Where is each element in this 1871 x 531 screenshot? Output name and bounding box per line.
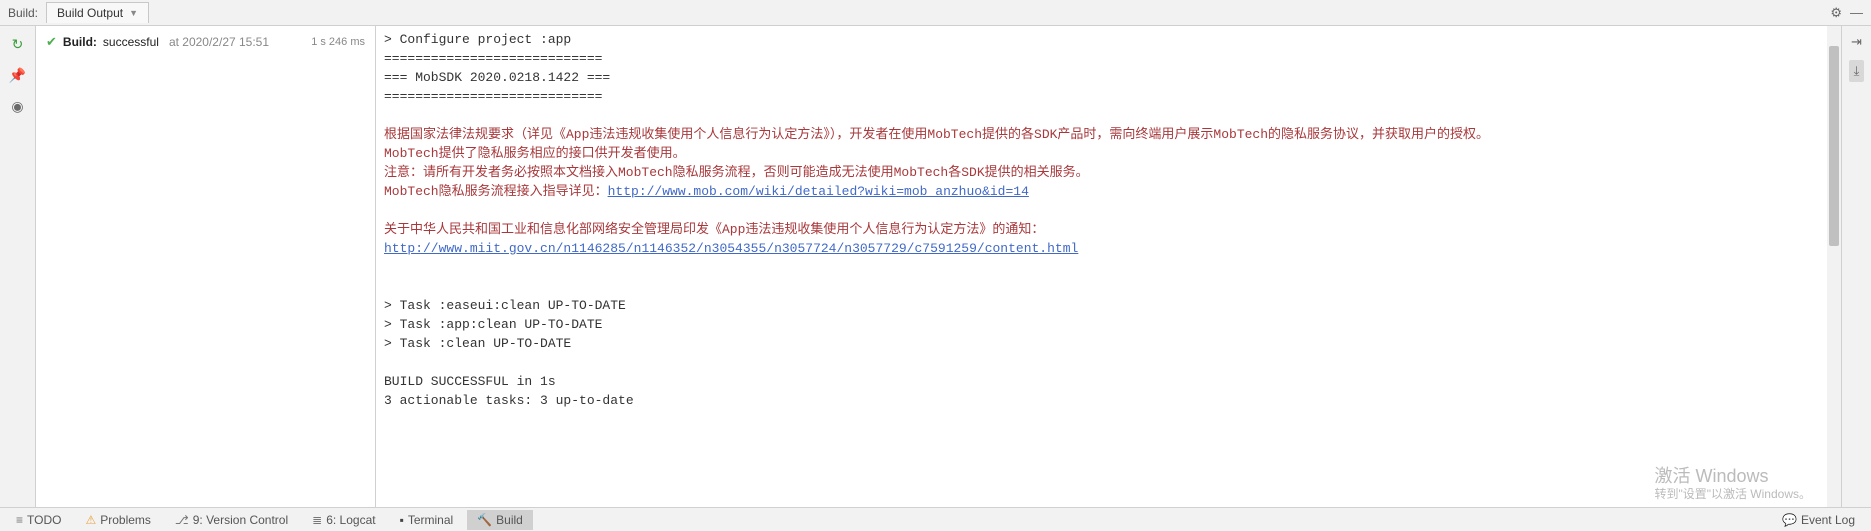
console-line: 关于中华人民共和国工业和信息化部网络安全管理局印发《App违法违规收集使用个人信… <box>376 220 1841 239</box>
build-output-tab[interactable]: Build Output ▼ <box>46 2 149 23</box>
warning-icon: ⚠ <box>85 513 96 527</box>
tree-node-label: Build: <box>63 35 97 49</box>
todo-icon: ≡ <box>16 513 23 527</box>
console-line: 注意：请所有开发者务必按照本文档接入MobTech隐私服务流程，否则可能造成无法… <box>376 163 1841 182</box>
console-line: MobTech提供了隐私服务相应的接口供开发者使用。 <box>376 144 1841 163</box>
restart-icon[interactable]: ↻ <box>12 36 24 53</box>
soft-wrap-icon[interactable]: ⇥ <box>1851 34 1862 50</box>
build-output-label: Build Output <box>57 6 123 20</box>
gear-icon[interactable]: ⚙ <box>1830 5 1842 21</box>
pin-icon[interactable]: 📌 <box>9 67 26 84</box>
console-line: > Task :easeui:clean UP-TO-DATE <box>376 296 1841 315</box>
tree-node-time: at 2020/2/27 15:51 <box>169 35 269 49</box>
check-icon: ✔ <box>46 34 57 50</box>
scrollbar-thumb[interactable] <box>1829 46 1839 246</box>
console-line: ============================ <box>376 87 1841 106</box>
console-line: MobTech隐私服务流程接入指导详见：http://www.mob.com/w… <box>376 182 1841 201</box>
tab-build[interactable]: 🔨 Build <box>467 510 533 530</box>
console-line: BUILD SUCCESSFUL in 1s <box>376 372 1841 391</box>
tree-node-duration: 1 s 246 ms <box>311 36 365 48</box>
console-line: 根据国家法律法规要求（详见《App违法违规收集使用个人信息行为认定方法》），开发… <box>376 125 1841 144</box>
branch-icon: ⎇ <box>175 513 189 527</box>
tab-logcat[interactable]: ≣ 6: Logcat <box>302 510 385 530</box>
console-line: 3 actionable tasks: 3 up-to-date <box>376 391 1841 410</box>
console-output[interactable]: > Configure project :app ===============… <box>376 26 1841 507</box>
build-toolbar: Build: Build Output ▼ ⚙ — <box>0 0 1871 26</box>
console-line: ============================ <box>376 49 1841 68</box>
hammer-icon: 🔨 <box>477 513 492 527</box>
tab-version-control[interactable]: ⎇ 9: Version Control <box>165 510 298 530</box>
console-line: > Task :clean UP-TO-DATE <box>376 334 1841 353</box>
console-line: > Configure project :app <box>376 30 1841 49</box>
left-gutter: ↻ 📌 ◉ <box>0 26 36 507</box>
right-gutter: ⇥ ⤓ <box>1841 26 1871 507</box>
event-log-icon: 💬 <box>1782 513 1797 527</box>
miit-link[interactable]: http://www.miit.gov.cn/n1146285/n1146352… <box>384 241 1078 256</box>
chevron-down-icon: ▼ <box>129 8 138 18</box>
logcat-icon: ≣ <box>312 513 322 527</box>
view-icon[interactable]: ◉ <box>11 98 23 115</box>
minimize-icon[interactable]: — <box>1850 5 1863 20</box>
mob-link[interactable]: http://www.mob.com/wiki/detailed?wiki=mo… <box>608 184 1029 199</box>
scroll-to-end-icon[interactable]: ⤓ <box>1849 60 1865 82</box>
tab-event-log[interactable]: 💬 Event Log <box>1772 510 1865 530</box>
scrollbar[interactable] <box>1827 26 1841 507</box>
console-line: > Task :app:clean UP-TO-DATE <box>376 315 1841 334</box>
terminal-icon: ▪ <box>400 513 404 527</box>
console-line: http://www.miit.gov.cn/n1146285/n1146352… <box>376 239 1841 258</box>
build-tree-node[interactable]: ✔ Build: successful at 2020/2/27 15:51 1… <box>46 32 365 52</box>
console-line: === MobSDK 2020.0218.1422 === <box>376 68 1841 87</box>
bottom-toolbar: ≡ TODO ⚠ Problems ⎇ 9: Version Control ≣… <box>0 507 1871 531</box>
tree-node-status: successful <box>103 35 159 49</box>
tab-todo[interactable]: ≡ TODO <box>6 510 71 530</box>
build-label: Build: <box>8 6 38 20</box>
build-tree-pane: ✔ Build: successful at 2020/2/27 15:51 1… <box>36 26 376 507</box>
tab-terminal[interactable]: ▪ Terminal <box>390 510 464 530</box>
tab-problems[interactable]: ⚠ Problems <box>75 510 160 530</box>
